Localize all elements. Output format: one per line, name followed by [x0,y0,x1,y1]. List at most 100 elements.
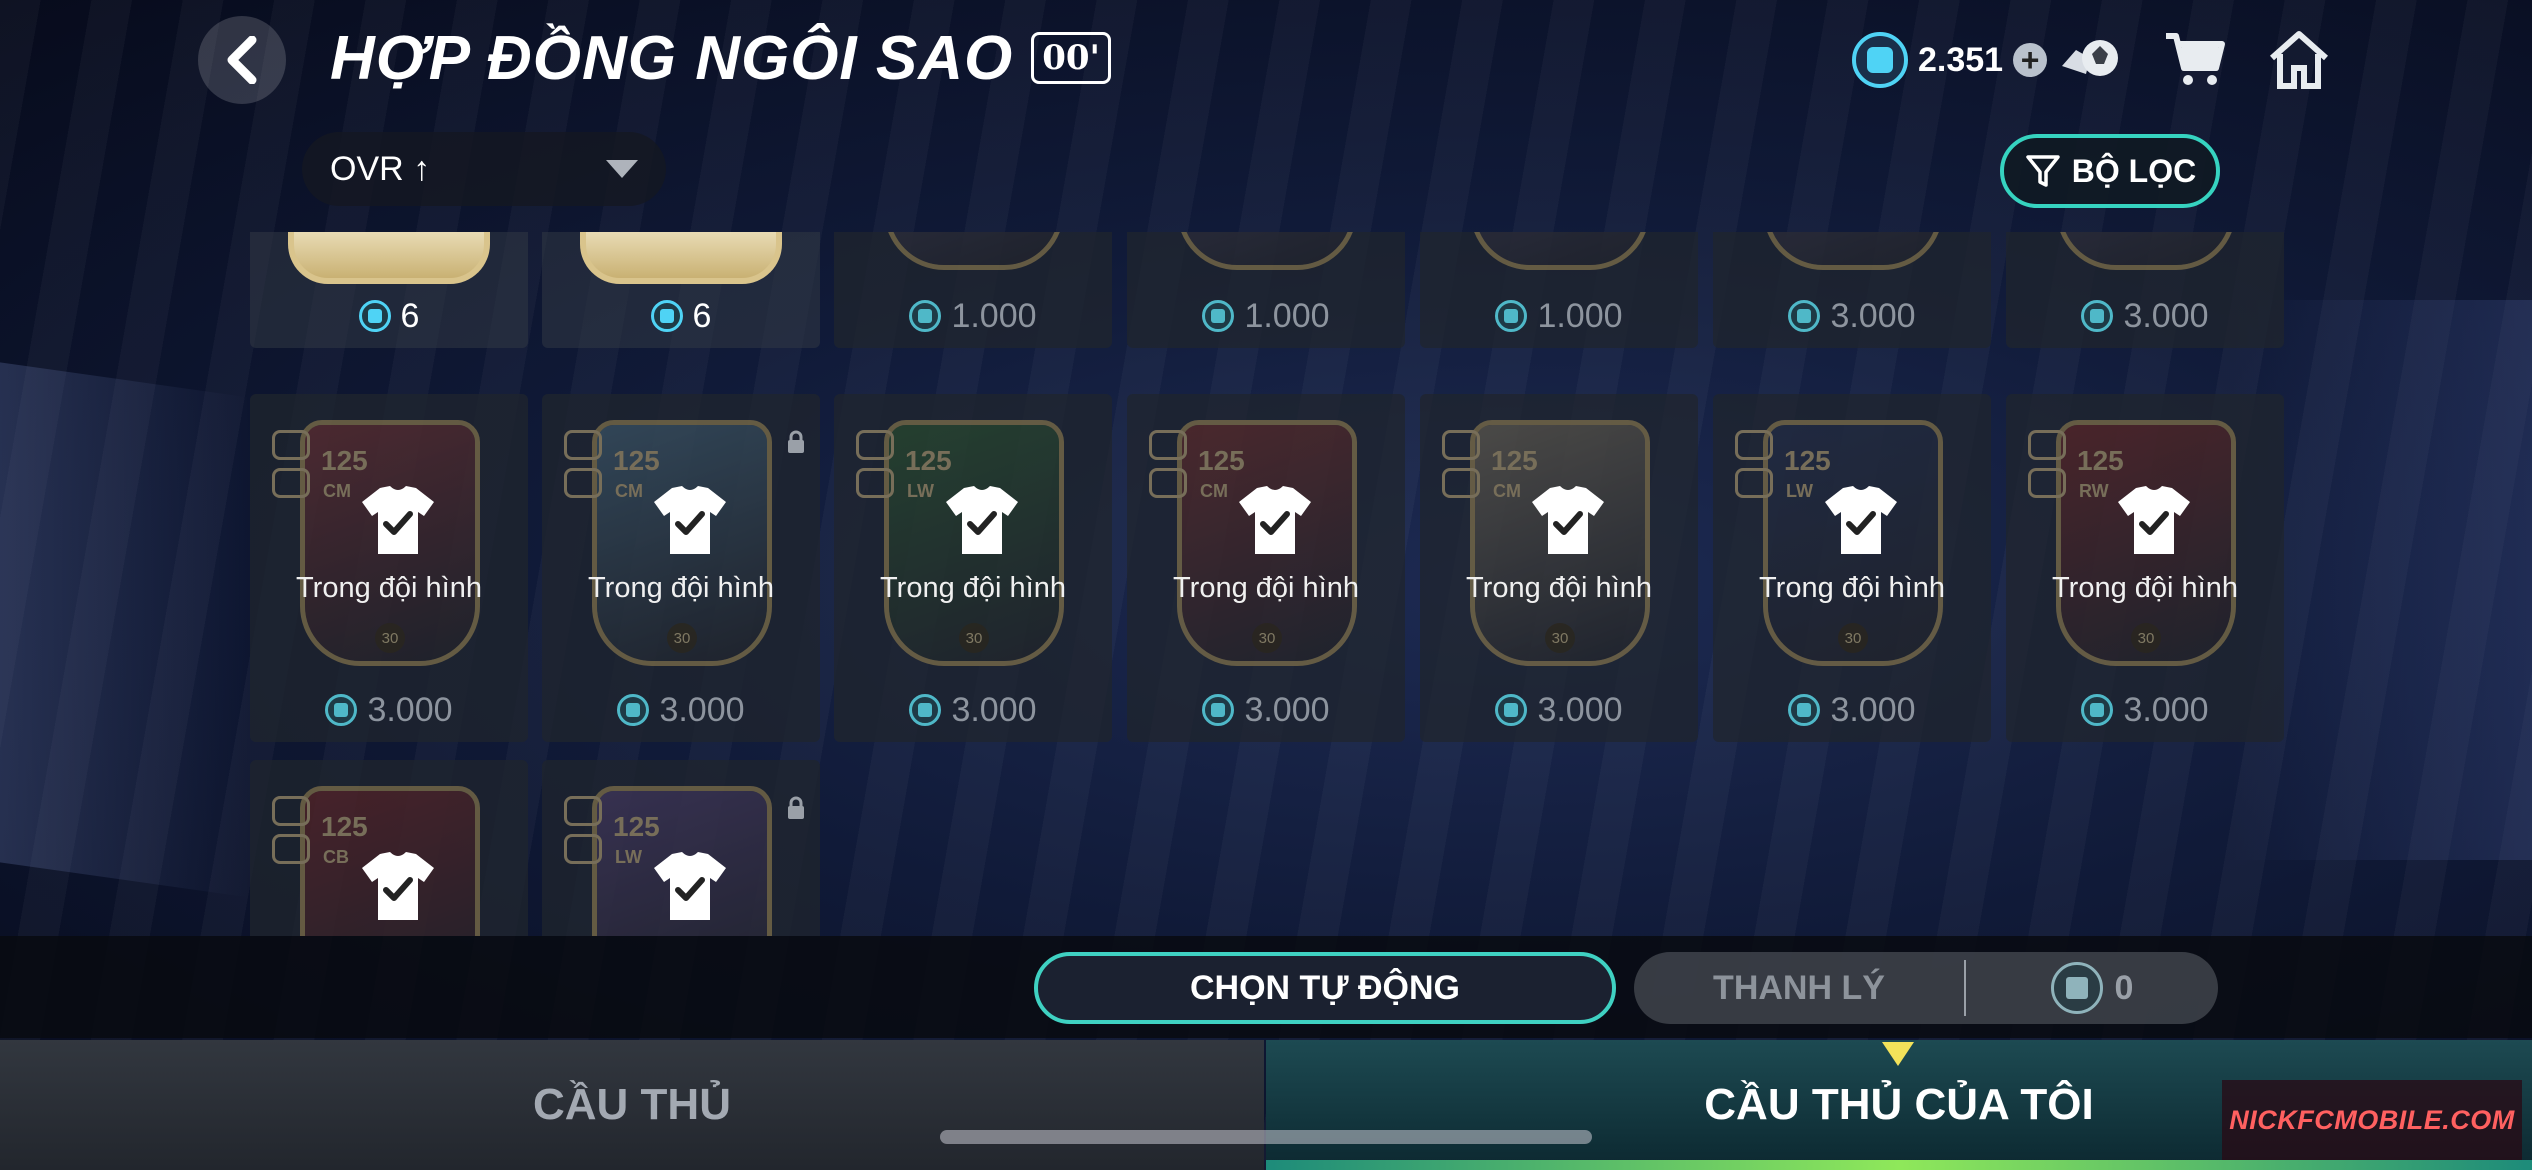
coin-icon [1202,694,1235,726]
player-card[interactable]: 125LW30Trong đội hình [542,760,820,936]
watermark-text: NICKFCMOBILE.COM [2229,1104,2515,1135]
active-tab-indicator [1882,1042,1914,1066]
player-card[interactable]: 125 CM 30 Trong đội hình 3.000 [542,394,820,742]
sell-group: THANH LÝ 0 [1634,952,2218,1024]
sell-total: 0 [1966,962,2218,1014]
add-currency-button[interactable]: + [2013,41,2048,78]
jersey-check-icon [652,484,728,556]
coin-icon [2050,962,2103,1014]
card-price: 3.000 [1713,294,1991,338]
card-price-value: 3.000 [1830,296,1916,335]
player-card[interactable]: 1.000 [834,232,1112,348]
funnel-icon [2026,155,2060,187]
jersey-check-icon [1530,484,1606,556]
coin-icon [650,300,683,332]
card-price: 1.000 [1127,294,1405,338]
coin-icon [1788,694,1821,726]
jersey-check-icon [944,484,1020,556]
player-card[interactable]: 6 [250,232,528,348]
shop-button[interactable] [2162,28,2228,90]
coin-icon [1202,300,1235,332]
home-indicator-bar[interactable] [940,1130,1592,1144]
card-price: 3.000 [2006,688,2284,732]
auto-select-label: CHỌN TỰ ĐỘNG [1190,968,1460,1007]
card-price-value: 6 [692,296,712,335]
in-squad-label: Trong đội hình [1759,572,1945,604]
coin-icon [1495,300,1528,332]
card-price: 3.000 [250,688,528,732]
card-price-value: 3.000 [367,690,453,729]
coin-icon [617,694,650,726]
card-price: 6 [250,294,528,338]
sell-total-amount: 0 [2114,968,2134,1007]
lock-icon [786,796,806,820]
coin-icon [1788,300,1821,332]
sort-dropdown[interactable]: OVR ↑ [302,132,666,206]
card-price: 3.000 [834,688,1112,732]
in-squad-label: Trong đội hình [588,572,774,604]
coin-icon [2081,694,2114,726]
jersey-check-icon [1823,484,1899,556]
player-card[interactable]: 1.000 [1127,232,1405,348]
player-card[interactable]: 125 CM 30 Trong đội hình 3.000 [250,394,528,742]
card-price: 6 [542,294,820,338]
player-card[interactable]: 125 LW 30 Trong đội hình 3.000 [834,394,1112,742]
card-price-value: 1.000 [1537,296,1623,335]
active-tab-underline [1266,1160,2532,1170]
player-card[interactable]: 125 CM 30 Trong đội hình 3.000 [1127,394,1405,742]
coin-icon [358,300,391,332]
jersey-check-icon [360,484,436,556]
football-boot-icon [2062,40,2118,76]
card-price-value: 3.000 [659,690,745,729]
home-icon [2270,31,2328,89]
filter-button[interactable]: BỘ LỌC [2000,134,2220,208]
card-price: 3.000 [1127,688,1405,732]
tab-players[interactable]: CẦU THỦ [0,1040,1264,1170]
player-card[interactable]: 125 CM 30 Trong đội hình 3.000 [1420,394,1698,742]
card-price-value: 3.000 [951,690,1037,729]
lock-icon [786,430,806,454]
title-badge: 00' [1031,32,1111,84]
sort-label: OVR ↑ [330,149,431,188]
cart-icon [2166,33,2225,85]
jersey-check-icon [1237,484,1313,556]
card-price: 3.000 [1420,688,1698,732]
jersey-check-icon [652,850,728,922]
in-squad-label: Trong đội hình [1466,572,1652,604]
tab-my-players-label: CẦU THỦ CỦA TÔI [1704,1080,2094,1129]
player-card-art [580,232,782,284]
page-title-text: HỢP ĐỒNG NGÔI SAO [330,23,1014,93]
sell-button[interactable]: THANH LÝ [1634,952,1964,1024]
card-price: 3.000 [2006,294,2284,338]
coin-icon [909,694,942,726]
watermark: NICKFCMOBILE.COM [2222,1080,2522,1160]
in-squad-label: Trong đội hình [296,572,482,604]
plus-icon: + [2020,41,2040,78]
card-price-value: 3.000 [1537,690,1623,729]
card-price-value: 1.000 [1244,296,1330,335]
filter-label: BỘ LỌC [2071,152,2197,189]
coin-icon [2081,300,2114,332]
coin-icon [1495,694,1528,726]
player-card[interactable]: 3.000 [1713,232,1991,348]
coin-icon [325,694,358,726]
tab-players-label: CẦU THỦ [533,1080,731,1129]
card-price-value: 3.000 [1244,690,1330,729]
player-card[interactable]: 1.000 [1420,232,1698,348]
card-price: 1.000 [834,294,1112,338]
player-card[interactable]: 125 LW 30 Trong đội hình 3.000 [1713,394,1991,742]
home-button[interactable] [2266,28,2332,90]
squad-button[interactable] [2056,28,2122,90]
currency-display: 2.351 + [1852,28,2048,92]
card-price: 3.000 [1713,688,1991,732]
player-grid: 6 6 1.000 1.000 1.000 3.000 3.000 125 CM 30 Trong … [0,232,2532,936]
player-card[interactable]: 6 [542,232,820,348]
player-card[interactable]: 125CB30Trong đội hình [250,760,528,936]
back-button[interactable] [198,16,286,104]
auto-select-button[interactable]: CHỌN TỰ ĐỘNG [1034,952,1616,1024]
sell-label: THANH LÝ [1713,968,1885,1007]
player-card[interactable]: 3.000 [2006,232,2284,348]
player-card[interactable]: 125 RW 30 Trong đội hình 3.000 [2006,394,2284,742]
card-price-value: 1.000 [951,296,1037,335]
page-title: HỢP ĐỒNG NGÔI SAO 00' [330,18,1111,98]
